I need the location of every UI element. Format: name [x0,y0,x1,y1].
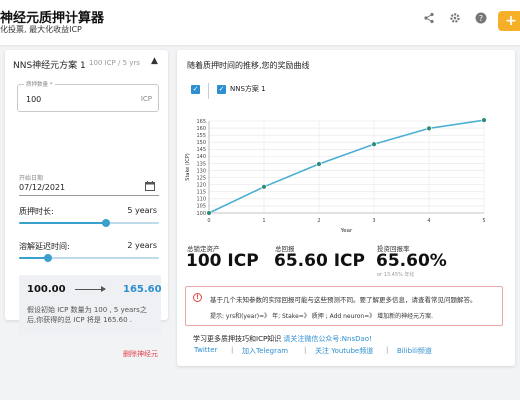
total-return-value: 65.60 ICP [274,251,365,271]
gear-icon[interactable] [447,12,463,28]
result-summary: 100.00 165.60 假设初始 ICP 数量为 100 , 5 years… [19,275,162,335]
y-tick-label: 140 [196,154,206,160]
y-tick-label: 135 [196,161,206,167]
disclaimer-text: 基于几个未知参数的实际回报可能与这些预测不同。要了解更多信息，请查看常见问题解答… [210,296,477,304]
youtube-link[interactable]: 关注 Youtube频道 [315,346,373,356]
x-tick-label: 2 [317,218,320,224]
result-description: 假设初始 ICP 数量为 100 , 5 years之后,你获得的总 ICP 将… [27,306,147,324]
y-tick-label: 150 [196,140,206,146]
stake-amount-field[interactable]: 质押数量 * 100 ICP [17,80,159,112]
plan-title: NNS神经元方案 1 [13,61,86,71]
reward-chart-card: 随着质押时间的推移,您的奖励曲线 ✓ ✓ NNS方案 1 100 105 110 11… [177,50,515,366]
calendar-icon[interactable] [145,181,155,194]
link-separator: | [304,346,307,354]
data-point [261,184,267,190]
alert-icon: ! [193,293,202,302]
y-tick-label: 160 [196,126,206,132]
data-point [206,210,212,216]
start-date-input[interactable]: 07/12/2021 [19,183,65,192]
result-initial: 100.00 [27,284,66,295]
x-tick-label: 0 [207,218,210,224]
stake-unit: ICP [140,95,152,103]
dissolve-delay-value: 2 years [127,241,157,250]
link-separator: | [231,346,234,354]
share-icon[interactable] [421,12,437,28]
telegram-link[interactable]: 加入Telegram [242,346,288,356]
lock-duration-slider[interactable] [19,219,159,227]
arrow-right-icon [75,286,106,292]
y-tick-label: 110 [196,197,206,203]
roi-value: 65.60% [376,251,447,271]
bilibili-link[interactable]: Bilibili频道 [397,346,432,356]
stake-amount-label: 质押数量 * [24,80,55,88]
twitter-link[interactable]: Twitter [194,346,217,354]
lock-slider-thumb[interactable] [101,219,110,227]
y-tick-label: 105 [196,204,206,210]
learn-more-text: 学习更多质押技巧和ICP知识 [193,335,282,343]
x-tick-label: 5 [482,218,485,224]
plan-meta: 100 ICP / 5 yrs [89,59,140,67]
x-tick-label: 4 [427,218,430,224]
y-tick-label: 145 [196,147,206,153]
wechat-link[interactable]: 请关注微信公众号:NnsDao! [283,335,371,343]
stake-amount-value[interactable]: 100 [26,95,41,104]
data-point [481,117,487,123]
total-locked-value: 100 ICP [186,251,259,271]
dissolve-delay-label: 溶解延迟时间: [19,242,70,251]
help-icon[interactable]: ? [473,12,489,28]
x-tick-label: 1 [262,218,265,224]
x-axis-label: Year [340,228,353,234]
result-final: 165.60 [123,284,162,295]
neuron-plan-card: NNS神经元方案 1 100 ICP / 5 yrs ▲ 质押数量 * 100 … [5,50,168,358]
y-tick-label: 125 [196,175,206,181]
dissolve-delay-slider[interactable] [19,254,159,262]
app-header: 神经元质押计算器 化投票, 最大化收益ICP ? + [0,0,520,45]
data-point [426,125,432,132]
date-underline [19,195,159,196]
y-tick-label: 115 [196,190,206,196]
learn-more: 学习更多质押技巧和ICP知识 请关注微信公众号:NnsDao! [193,334,372,344]
data-point [371,141,377,147]
link-separator: | [386,346,389,354]
y-tick-label: 155 [196,133,206,139]
add-neuron-button[interactable]: + [498,11,520,31]
y-tick-label: 100 [196,211,206,217]
app-subtitle: 化投票, 最大化收益ICP [0,25,82,34]
chevron-up-icon[interactable]: ▲ [151,56,158,66]
delete-neuron-button[interactable]: 删除神经元 [123,349,158,359]
y-tick-label: 120 [196,182,206,188]
dissolve-slider-thumb[interactable] [44,254,53,262]
roi-annualized: or 13.45% 年化 [377,272,415,278]
data-point [316,161,322,167]
x-tick-label: 3 [372,218,375,224]
disclaimer-hint: 提示: yrs和(year)=》 年; Stake=》 质押 ; Add neu… [210,313,434,320]
lock-duration-value: 5 years [127,206,157,215]
disclaimer-box: ! 基于几个未知参数的实际回报可能与这些预测不同。要了解更多信息，请查看常见问题… [185,286,503,326]
reward-line-chart: 1001051101151201251301351401451501551601… [185,117,487,234]
y-tick-label: 165 [196,119,206,125]
lock-duration-label: 质押时长: [19,207,54,216]
y-tick-label: 130 [196,168,206,174]
start-date-label: 开始日期 [19,175,44,182]
svg-text:?: ? [479,14,483,23]
y-axis-label: Stake (ICP) [185,153,191,181]
lock-slider-fill [19,222,106,224]
